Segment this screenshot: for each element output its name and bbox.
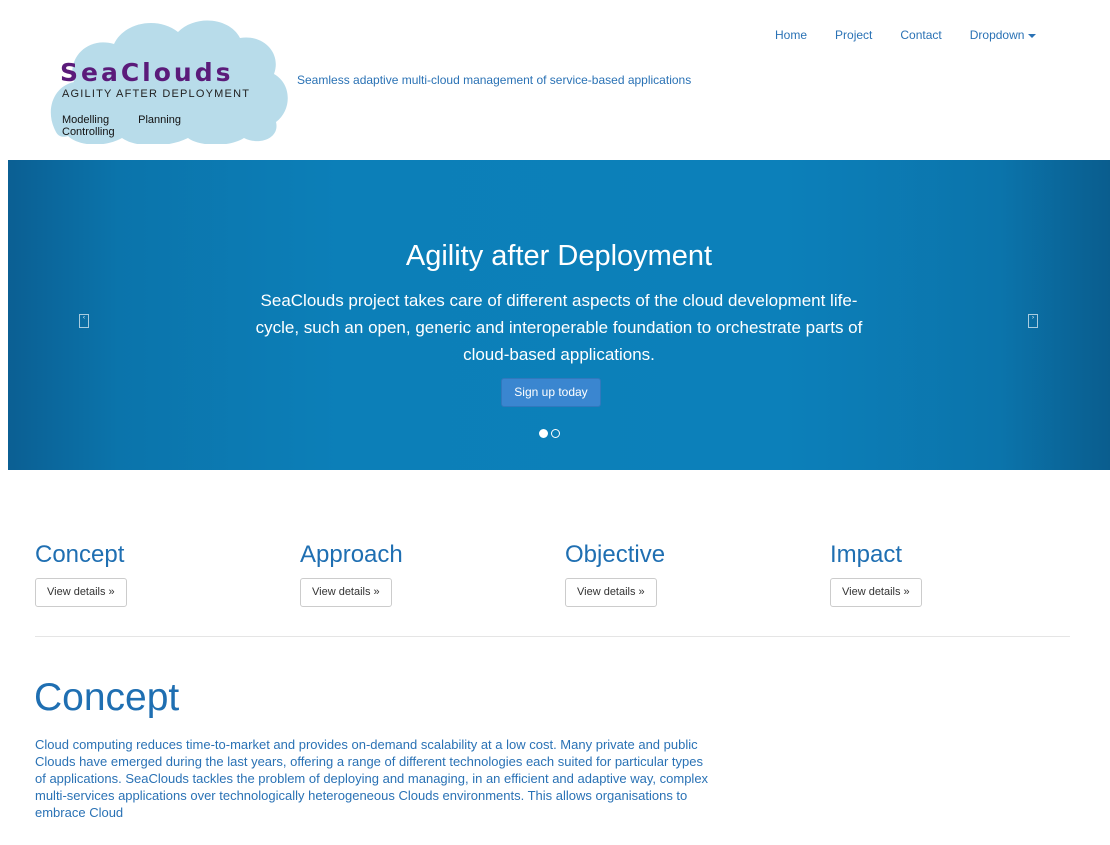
nav-project[interactable]: Project	[835, 28, 872, 42]
logo-pillar-modelling: Modelling	[62, 114, 110, 126]
carousel-text: SeaClouds project takes care of differen…	[255, 291, 863, 364]
carousel-prev-control[interactable]: ‹	[79, 314, 89, 328]
seaclouds-logo[interactable]: SeaClouds Agility After Deployment Model…	[48, 14, 288, 144]
carousel-heading: Agility after Deployment	[405, 240, 713, 272]
view-details-concept-button[interactable]: View details »	[35, 578, 127, 607]
carousel-indicator-2[interactable]	[551, 429, 560, 438]
feature-concept: Concept View details »	[35, 540, 127, 607]
hero-carousel: ‹ Agility after Deployment SeaClouds pro…	[8, 160, 1110, 470]
logo-pillar-planning: Planning	[138, 114, 181, 126]
carousel-indicator-1[interactable]	[539, 429, 548, 438]
site-header: SeaClouds Agility After Deployment Model…	[0, 0, 1110, 160]
concept-heading: Concept	[34, 676, 180, 719]
carousel-next-control[interactable]: ›	[1028, 314, 1038, 328]
view-details-objective-button[interactable]: View details »	[565, 578, 657, 607]
chevron-right-icon: ›	[1032, 315, 1034, 321]
feature-impact: Impact View details »	[830, 540, 922, 607]
feature-title-impact: Impact	[830, 541, 903, 568]
nav-contact[interactable]: Contact	[900, 28, 941, 42]
view-details-approach-button[interactable]: View details »	[300, 578, 392, 607]
feature-objective: Objective View details »	[565, 540, 665, 607]
logo-pillars: Modelling Planning Controlling	[62, 114, 288, 138]
feature-title-objective: Objective	[565, 541, 666, 568]
nav-dropdown-label: Dropdown	[969, 28, 1025, 42]
carousel-indicators	[539, 429, 563, 438]
feature-approach: Approach View details »	[300, 540, 403, 607]
main-nav: Home Project Contact Dropdown	[775, 28, 1064, 42]
chevron-left-icon: ‹	[83, 315, 85, 321]
nav-dropdown[interactable]: Dropdown	[970, 28, 1037, 42]
feature-title-approach: Approach	[300, 541, 403, 568]
nav-home[interactable]: Home	[775, 28, 807, 42]
section-divider	[35, 636, 1070, 637]
concept-paragraph: Cloud computing reduces time-to-market a…	[35, 737, 709, 820]
logo-title: SeaClouds	[60, 58, 234, 87]
site-tagline: Seamless adaptive multi-cloud management…	[297, 73, 692, 87]
sign-up-button[interactable]: Sign up today	[501, 378, 601, 407]
logo-pillar-controlling: Controlling	[62, 126, 115, 138]
view-details-impact-button[interactable]: View details »	[830, 578, 922, 607]
logo-subtitle: Agility After Deployment	[62, 88, 251, 100]
caret-down-icon	[1028, 33, 1037, 38]
feature-title-concept: Concept	[35, 541, 125, 568]
